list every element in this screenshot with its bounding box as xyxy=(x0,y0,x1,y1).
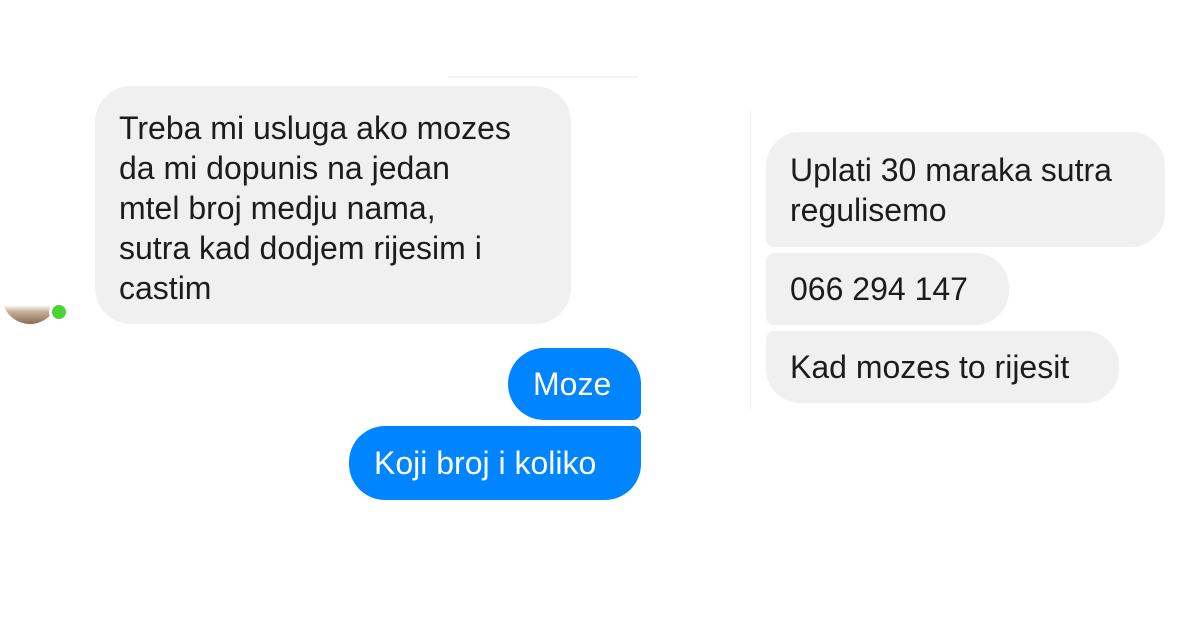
online-status-icon xyxy=(49,302,69,322)
divider xyxy=(448,76,638,78)
message-bubble-outgoing[interactable]: Koji broj i koliko xyxy=(349,426,641,500)
avatar[interactable] xyxy=(2,282,58,324)
message-bubble-incoming[interactable]: Uplati 30 maraka sutra regulisemo xyxy=(766,132,1165,247)
message-bubble-incoming[interactable]: Kad mozes to rijesit xyxy=(766,331,1119,403)
message-bubble-incoming[interactable]: 066 294 147 xyxy=(766,253,1009,325)
message-bubble-outgoing[interactable]: Moze xyxy=(508,348,641,420)
message-bubble-incoming[interactable]: Treba mi usluga ako mozes da mi dopunis … xyxy=(95,86,571,324)
chat-panel-left: Treba mi usluga ako mozes da mi dopunis … xyxy=(0,0,700,630)
chat-panel-right: Uplati 30 maraka sutra regulisemo 066 29… xyxy=(750,110,1200,410)
